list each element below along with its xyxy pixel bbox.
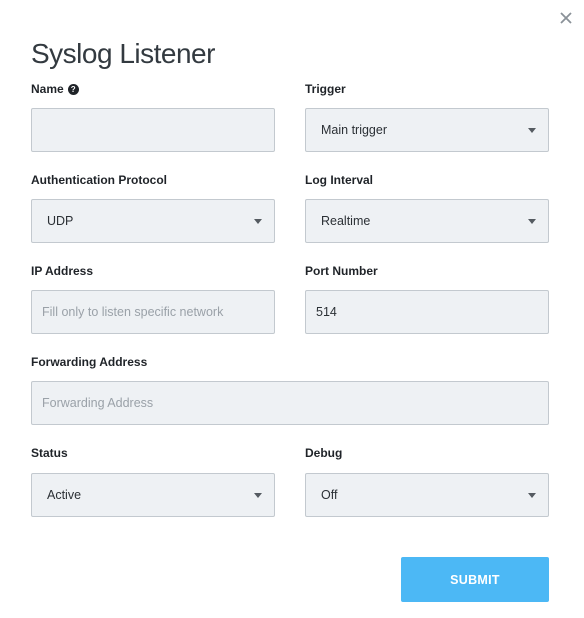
auth-protocol-select-value: UDP xyxy=(47,214,74,228)
status-label: Status xyxy=(31,446,68,460)
log-interval-select-value: Realtime xyxy=(321,214,371,228)
chevron-down-icon xyxy=(254,219,262,224)
forwarding-address-placeholder: Forwarding Address xyxy=(42,396,154,410)
ip-address-input[interactable]: Fill only to listen specific network xyxy=(31,290,275,334)
debug-label: Debug xyxy=(305,446,343,460)
log-interval-select[interactable]: Realtime xyxy=(305,199,549,243)
status-select-value: Active xyxy=(47,488,82,502)
debug-select-value: Off xyxy=(321,488,338,502)
log-interval-label: Log Interval xyxy=(305,173,374,187)
forwarding-address-input[interactable]: Forwarding Address xyxy=(31,381,549,425)
ip-address-placeholder: Fill only to listen specific network xyxy=(42,305,224,319)
port-number-input[interactable]: 514 xyxy=(305,290,549,334)
submit-button[interactable]: SUBMIT xyxy=(401,557,549,602)
forwarding-address-label: Forwarding Address xyxy=(31,355,148,369)
trigger-select-value: Main trigger xyxy=(321,123,387,137)
chevron-down-icon xyxy=(528,128,536,133)
trigger-label: Trigger xyxy=(305,82,346,96)
trigger-select[interactable]: Main trigger xyxy=(305,108,549,152)
close-button[interactable] xyxy=(560,12,576,30)
port-number-value: 514 xyxy=(316,305,337,319)
chevron-down-icon xyxy=(254,493,262,498)
name-label: Name xyxy=(31,82,64,96)
auth-protocol-select[interactable]: UDP xyxy=(31,199,275,243)
port-number-label: Port Number xyxy=(305,264,378,278)
close-icon xyxy=(560,12,572,24)
chevron-down-icon xyxy=(528,219,536,224)
debug-select[interactable]: Off xyxy=(305,473,549,517)
question-circle-icon[interactable]: ? xyxy=(67,83,79,95)
chevron-down-icon xyxy=(528,493,536,498)
dialog-title: Syslog Listener xyxy=(31,38,215,69)
status-select[interactable]: Active xyxy=(31,473,275,517)
name-input[interactable] xyxy=(31,108,275,152)
auth-protocol-label: Authentication Protocol xyxy=(31,173,167,187)
name-label-group: Name ? xyxy=(31,82,79,96)
ip-address-label: IP Address xyxy=(31,264,94,278)
